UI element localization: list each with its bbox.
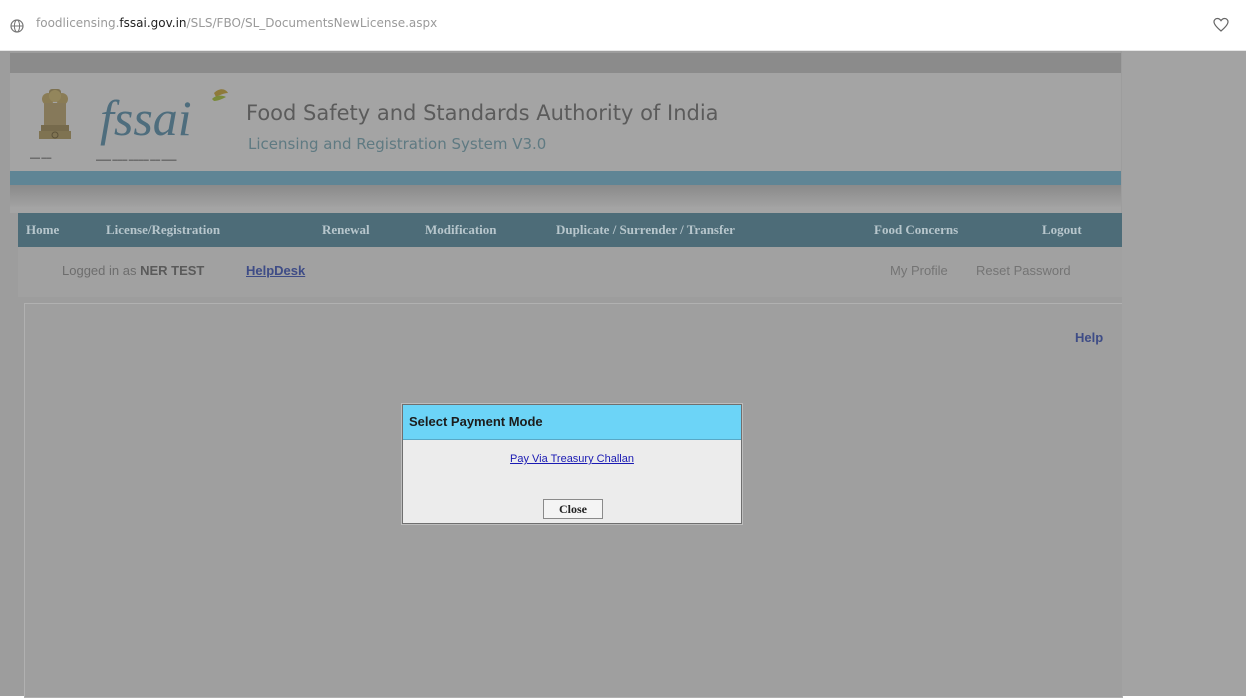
nav-logout[interactable]: Logout [1042,222,1082,238]
browser-address-bar[interactable]: foodlicensing.fssai.gov.in/SLS/FBO/SL_Do… [0,0,1246,51]
help-link[interactable]: Help [1075,330,1103,345]
close-button[interactable]: Close [543,499,603,519]
payment-mode-dialog: Select Payment Mode Pay Via Treasury Cha… [402,404,742,524]
globe-icon [10,19,24,33]
emblem-caption: ▬▬ ▬▬ [30,155,52,161]
heart-icon[interactable] [1212,16,1230,34]
logged-in-prefix: Logged in as [62,263,137,278]
url-path: /SLS/FBO/SL_DocumentsNewLicense.aspx [186,16,438,30]
org-title: Food Safety and Standards Authority of I… [246,101,719,125]
nav-license-registration[interactable]: License/Registration [106,222,220,238]
url-prefix: foodlicensing. [36,16,120,30]
svg-text:fssai: fssai [100,90,192,146]
nav-duplicate-surrender-transfer[interactable]: Duplicate / Surrender / Transfer [556,222,735,238]
page-overlay: ▬▬ ▬▬ fssai ▬▬▬ ▬▬▬ ▬▬▬▬ ▬▬ ▬▬▬ Food Saf… [0,51,1246,698]
url-text[interactable]: foodlicensing.fssai.gov.in/SLS/FBO/SL_Do… [36,16,437,30]
nav-food-concerns[interactable]: Food Concerns [874,222,958,238]
fssai-tagline: ▬▬▬ ▬▬▬ ▬▬▬▬ ▬▬ ▬▬▬ [96,157,177,163]
header-stripe-shadow [10,185,1121,207]
login-row: Logged in as NER TEST HelpDesk My Profil… [18,247,1125,297]
fssai-logo: fssai [100,89,228,146]
system-title: Licensing and Registration System V3.0 [248,135,547,153]
header-stripe [10,171,1121,185]
logged-in-user: NER TEST [140,263,205,278]
pay-via-treasury-challan-link[interactable]: Pay Via Treasury Challan [403,453,741,465]
main-nav: Home License/Registration Renewal Modifi… [18,213,1125,247]
top-strip [10,53,1121,73]
nav-home[interactable]: Home [26,222,59,238]
reset-password-link[interactable]: Reset Password [976,263,1071,278]
national-emblem-icon [39,89,71,139]
helpdesk-link[interactable]: HelpDesk [246,263,305,278]
dialog-title: Select Payment Mode [403,405,741,440]
right-pane [1122,51,1246,696]
nav-renewal[interactable]: Renewal [322,222,370,238]
my-profile-link[interactable]: My Profile [890,263,948,278]
url-domain: fssai.gov.in [119,16,187,30]
nav-modification[interactable]: Modification [425,222,497,238]
logged-in-text: Logged in as NER TEST [62,263,204,278]
